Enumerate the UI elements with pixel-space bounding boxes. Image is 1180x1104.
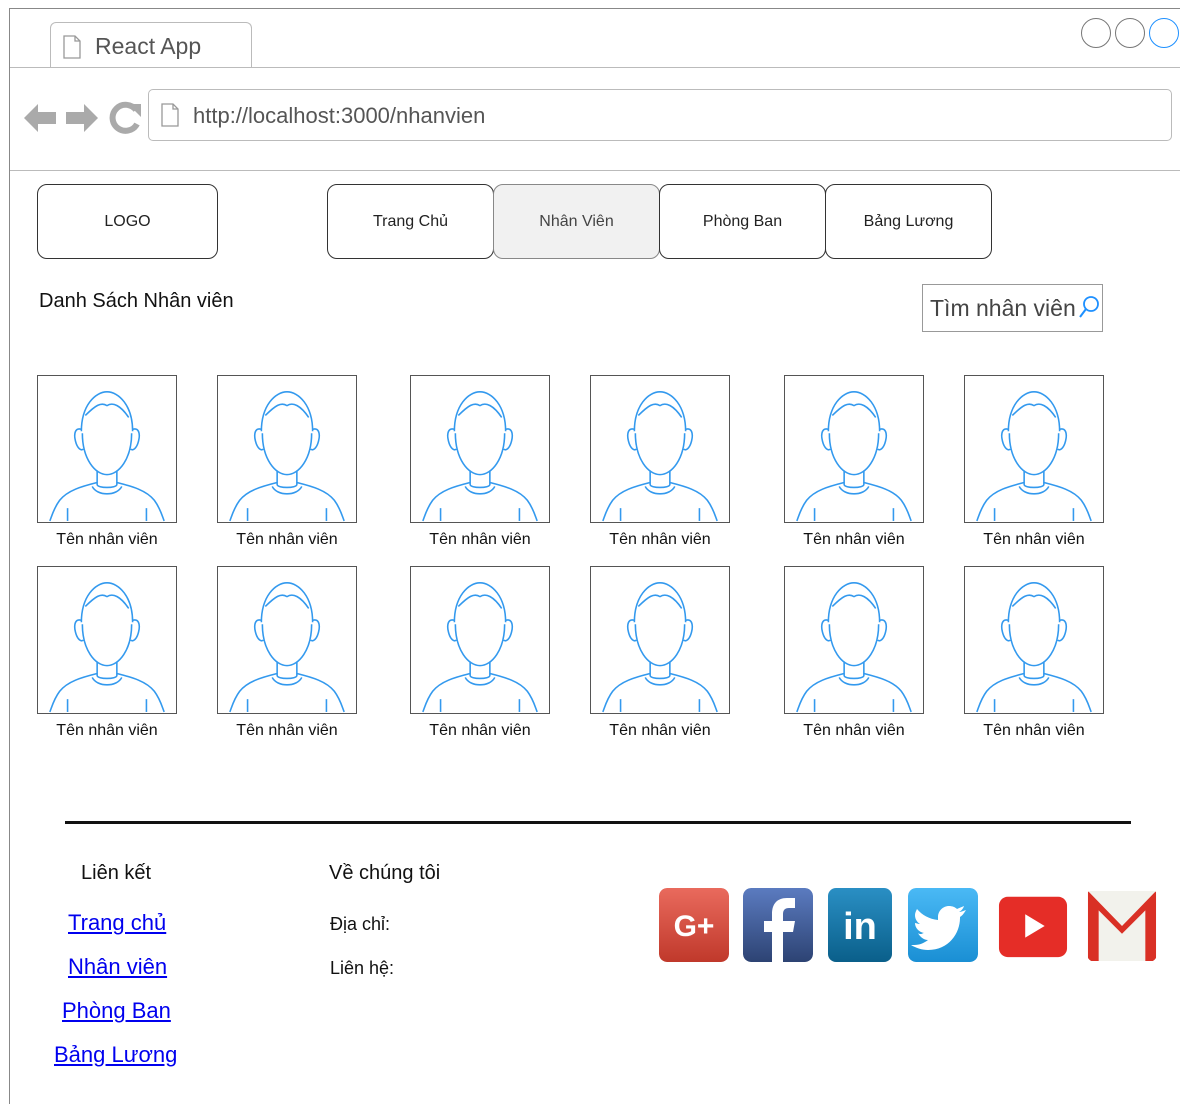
refresh-icon[interactable] [108,100,142,136]
avatar-icon [964,375,1104,523]
search-placeholder: Tìm nhân viên [930,295,1076,321]
search-input[interactable]: Tìm nhân viên [922,284,1103,332]
document-icon [63,35,81,59]
avatar-icon [37,375,177,523]
header-divider [10,170,1180,171]
footer-link-home[interactable]: Trang chủ [68,910,166,936]
browser-tab[interactable]: React App [50,22,252,68]
employee-name: Tên nhân viên [429,722,531,739]
forward-arrow-icon[interactable] [64,98,100,138]
footer-link-employees[interactable]: Nhân viên [68,954,167,980]
footer-contact-label: Liên hệ: [330,958,395,978]
svg-text:in: in [843,906,877,948]
avatar-icon [784,566,924,714]
employee-name: Tên nhân viên [803,531,905,548]
footer-divider [65,821,1131,824]
footer-link-salary[interactable]: Bảng Lương [54,1042,177,1068]
employee-card[interactable]: Tên nhân viên [410,566,550,740]
footer-link-departments[interactable]: Phòng Ban [62,998,171,1024]
logo[interactable]: LOGO [37,184,218,259]
employee-card[interactable]: Tên nhân viên [784,375,924,549]
nav-home-button[interactable]: Trang Chủ [327,184,494,259]
tab-bar-divider [10,67,1180,68]
footer-links-heading: Liên kết [81,862,152,884]
avatar-icon [217,566,357,714]
employee-name: Tên nhân viên [983,531,1085,548]
tab-title: React App [95,33,202,59]
employee-card[interactable]: Tên nhân viên [37,375,177,549]
gmail-icon[interactable] [1087,888,1157,962]
employee-name: Tên nhân viên [983,722,1085,739]
avatar-icon [37,566,177,714]
footer-address-label: Địa chỉ: [330,914,391,934]
avatar-icon [590,566,730,714]
employee-card[interactable]: Tên nhân viên [964,375,1104,549]
employee-card[interactable]: Tên nhân viên [410,375,550,549]
employee-name: Tên nhân viên [236,531,338,548]
employee-card[interactable]: Tên nhân viên [217,375,357,549]
back-arrow-icon[interactable] [22,98,58,138]
employee-card[interactable]: Tên nhân viên [37,566,177,740]
employee-name: Tên nhân viên [609,531,711,548]
page-icon [161,103,179,127]
employee-name: Tên nhân viên [609,722,711,739]
employee-card[interactable]: Tên nhân viên [590,375,730,549]
linkedin-icon[interactable]: in [825,888,895,962]
employee-name: Tên nhân viên [56,531,158,548]
search-icon[interactable] [1078,295,1100,321]
avatar-icon [590,375,730,523]
avatar-icon [964,566,1104,714]
avatar-icon [410,375,550,523]
employee-card[interactable]: Tên nhân viên [590,566,730,740]
nav-salary-button[interactable]: Bảng Lương [825,184,992,259]
employee-card[interactable]: Tên nhân viên [784,566,924,740]
window-maximize-button[interactable] [1115,18,1145,48]
youtube-icon[interactable] [998,888,1068,962]
employee-name: Tên nhân viên [429,531,531,548]
google-plus-icon[interactable]: G+ [659,888,729,962]
employee-name: Tên nhân viên [56,722,158,739]
avatar-icon [410,566,550,714]
url-text: http://localhost:3000/nhanvien [193,103,486,128]
window-minimize-button[interactable] [1081,18,1111,48]
avatar-icon [217,375,357,523]
twitter-icon[interactable] [908,888,978,962]
employee-card[interactable]: Tên nhân viên [964,566,1104,740]
address-bar[interactable]: http://localhost:3000/nhanvien [148,89,1172,141]
employee-name: Tên nhân viên [236,722,338,739]
window-close-button[interactable] [1149,18,1179,48]
employee-name: Tên nhân viên [803,722,905,739]
svg-text:G+: G+ [674,910,715,943]
footer-about-heading: Về chúng tôi [329,862,441,884]
nav-departments-button[interactable]: Phòng Ban [659,184,826,259]
nav-employees-button[interactable]: Nhân Viên [493,184,660,259]
page-title: Danh Sách Nhân viên [39,290,234,312]
employee-card[interactable]: Tên nhân viên [217,566,357,740]
avatar-icon [784,375,924,523]
facebook-icon[interactable] [743,888,813,962]
